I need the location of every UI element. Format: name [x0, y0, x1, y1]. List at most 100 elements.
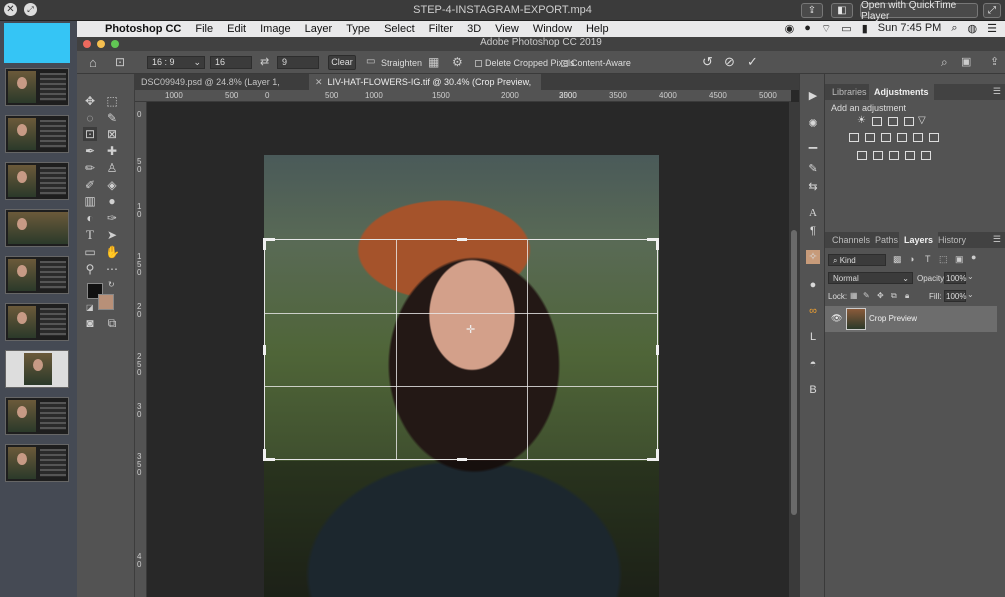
brush-icon[interactable]: B	[806, 383, 820, 397]
selective-color-icon[interactable]	[921, 151, 931, 160]
panel-menu-icon[interactable]: ☰	[993, 86, 1001, 97]
record-icon[interactable]: ●	[804, 22, 811, 36]
glyphs-icon[interactable]: ◓	[806, 357, 820, 371]
menu-3d[interactable]: 3D	[467, 23, 481, 35]
window-zoom-button[interactable]	[111, 40, 119, 48]
type-tool-icon[interactable]: T	[83, 228, 97, 242]
scrollbar-thumb[interactable]	[791, 230, 797, 515]
pen-tool-icon[interactable]: ✑	[105, 211, 119, 225]
character-icon[interactable]: A	[806, 206, 820, 220]
lock-image-icon[interactable]: ✎	[863, 291, 870, 300]
tab-libraries[interactable]: Libraries	[827, 84, 872, 100]
crop-handle[interactable]	[457, 458, 467, 461]
eraser-icon[interactable]: ◈	[105, 178, 119, 192]
menu-view[interactable]: View	[495, 23, 519, 35]
straighten-button[interactable]: Straighten	[381, 58, 422, 68]
menu-help[interactable]: Help	[586, 23, 609, 35]
more-tools-icon[interactable]: ⋯	[105, 262, 119, 276]
gradient-map-icon[interactable]	[905, 151, 915, 160]
crop-handle[interactable]	[263, 345, 266, 355]
thumbnail[interactable]	[5, 350, 69, 388]
pixel-filter-icon[interactable]: ▩	[893, 254, 902, 265]
hue-sat-icon[interactable]	[849, 133, 859, 142]
sync-icon[interactable]: ◉	[785, 22, 795, 36]
crop-handle[interactable]	[457, 238, 467, 241]
width-input[interactable]: 16	[210, 56, 252, 69]
posterize-icon[interactable]	[873, 151, 883, 160]
dodge-tool-icon[interactable]: ◐	[83, 211, 97, 225]
reset-icon[interactable]: ↺	[702, 54, 713, 70]
play-icon[interactable]: ▶	[806, 89, 820, 103]
gear-icon[interactable]: ⚙	[452, 55, 463, 69]
healing-brush-icon[interactable]: ✚	[105, 144, 119, 158]
gradient-tool-icon[interactable]: ▥	[83, 194, 97, 208]
background-color[interactable]	[98, 294, 114, 310]
fullscreen-icon[interactable]: ⤢	[983, 3, 1001, 18]
menu-layer[interactable]: Layer	[305, 23, 333, 35]
trim-icon[interactable]: ◧	[831, 3, 853, 18]
stamp-tool-icon[interactable]: ♙	[105, 161, 119, 175]
open-quicktime-button[interactable]: Open with QuickTime Player	[860, 0, 978, 22]
history-brush-icon[interactable]: ✐	[83, 178, 97, 192]
battery-icon[interactable]: ▮	[862, 22, 868, 36]
delete-cropped-checkbox[interactable]: Delete Cropped Pixels	[475, 58, 575, 68]
thumbnail[interactable]	[5, 162, 69, 200]
menu-type[interactable]: Type	[346, 23, 370, 35]
tab-close-icon[interactable]: ✕	[315, 77, 323, 87]
type-filter-icon[interactable]: T	[925, 254, 931, 264]
thumbnail[interactable]	[5, 209, 69, 247]
thumbnail[interactable]	[5, 68, 69, 106]
exposure-icon[interactable]	[904, 117, 914, 126]
shape-tool-icon[interactable]: ▭	[83, 245, 97, 259]
chevron-down-icon[interactable]: ⌄	[967, 272, 974, 281]
vertical-scrollbar[interactable]	[789, 102, 799, 597]
opacity-input[interactable]: 100%	[944, 272, 966, 284]
lock-position-icon[interactable]: ✥	[877, 291, 884, 300]
adjustment-filter-icon[interactable]: ◑	[909, 254, 914, 264]
siri-icon[interactable]: ◍	[968, 22, 978, 36]
move-tool-icon[interactable]: ✥	[83, 94, 97, 108]
thumbnail[interactable]	[5, 303, 69, 341]
color-lookup-icon[interactable]	[929, 133, 939, 142]
home-icon[interactable]: ⌂	[89, 55, 97, 70]
marquee-tool-icon[interactable]: ⬚	[105, 94, 119, 108]
lock-all-icon[interactable]: 🔒︎	[905, 291, 909, 301]
menu-window[interactable]: Window	[533, 23, 572, 35]
crop-tool-icon[interactable]: ⊡	[115, 55, 125, 69]
panel-menu-icon[interactable]: ☰	[993, 234, 1001, 245]
levels-adj-icon[interactable]	[872, 117, 882, 126]
lock-pixels-icon[interactable]: ▦	[850, 291, 858, 300]
lasso-tool-icon[interactable]: ◌	[83, 111, 97, 125]
menu-filter[interactable]: Filter	[429, 23, 453, 35]
ratio-select[interactable]: 16 : 9 ⌄	[147, 56, 205, 69]
layer-row[interactable]: 👁︎ Crop Preview	[825, 306, 997, 332]
tab-channels[interactable]: Channels	[827, 232, 875, 248]
swap-colors-icon[interactable]: ↻	[108, 280, 115, 289]
swatches-icon[interactable]: ●	[806, 278, 820, 292]
menu-list-icon[interactable]: ☰	[987, 22, 997, 36]
default-colors-icon[interactable]: ◪	[86, 303, 94, 312]
content-aware-checkbox[interactable]: Content-Aware	[561, 58, 631, 68]
blend-mode-select[interactable]: Normal ⌄	[828, 272, 913, 284]
share-icon[interactable]: ⇪	[990, 55, 999, 68]
levels-icon[interactable]: ▁	[806, 136, 820, 150]
share-icon[interactable]: ⇪	[801, 3, 823, 18]
layer-name[interactable]: Crop Preview	[869, 314, 917, 323]
quick-mask-icon[interactable]: ◙	[83, 316, 97, 330]
shape-filter-icon[interactable]: ⬚	[939, 254, 948, 265]
swap-icon[interactable]: ⇄	[260, 55, 269, 68]
workspace-icon[interactable]: ▣	[961, 55, 971, 68]
path-select-icon[interactable]: ➤	[105, 228, 119, 242]
search-icon[interactable]: ⌕	[941, 55, 948, 70]
crop-handle[interactable]	[656, 345, 659, 355]
thumbnail[interactable]	[5, 115, 69, 153]
crop-handle[interactable]	[263, 449, 266, 461]
menu-file[interactable]: File	[195, 23, 213, 35]
crop-tool-icon[interactable]: ⊡	[83, 127, 97, 141]
properties-icon[interactable]: ∞	[806, 304, 820, 318]
hand-tool-icon[interactable]: ✋	[105, 245, 120, 259]
thumbnail[interactable]	[5, 444, 69, 482]
curves-icon[interactable]	[888, 117, 898, 126]
tab-liv-hat-flowers[interactable]: ✕ LIV-HAT-FLOWERS-IG.tif @ 30.4% (Crop Pr…	[309, 74, 541, 103]
quick-select-icon[interactable]: ✎	[105, 111, 119, 125]
